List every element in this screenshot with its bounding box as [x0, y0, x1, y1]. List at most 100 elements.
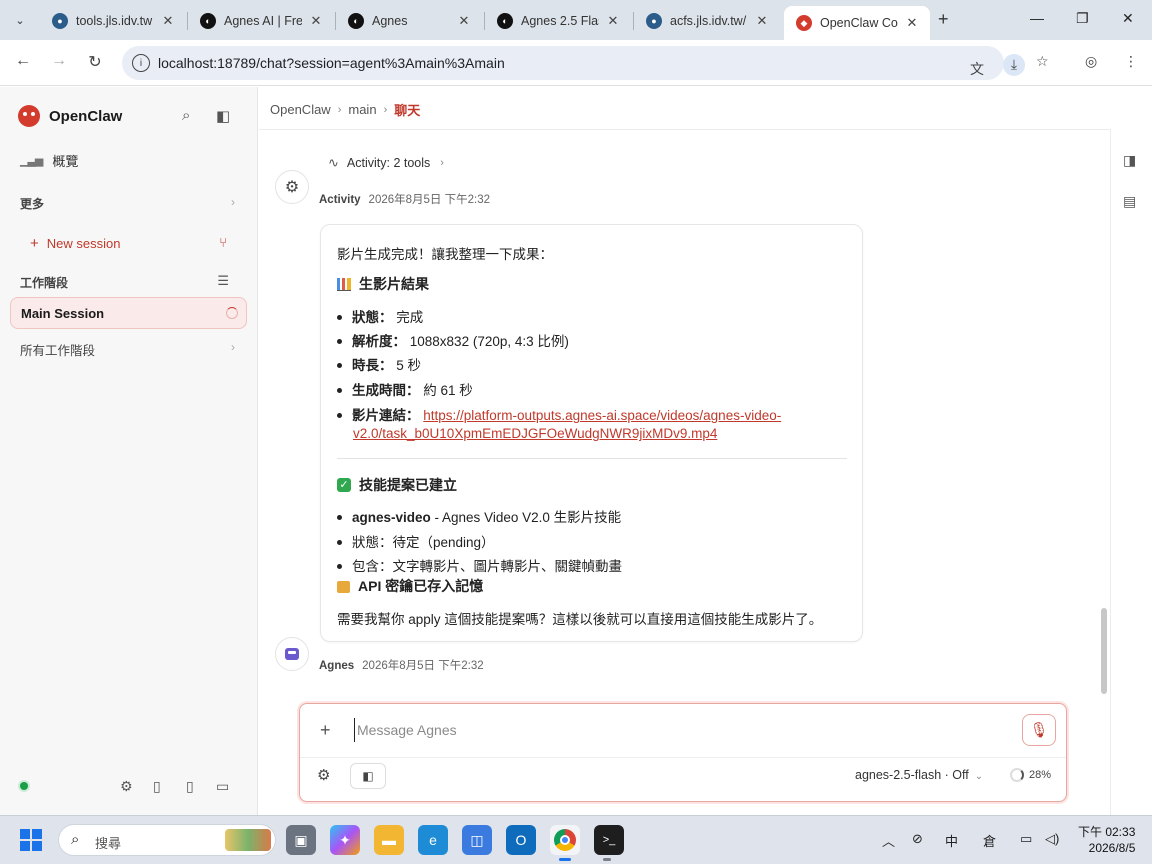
document-icon[interactable]: ▤ — [1123, 193, 1136, 210]
toggle-panel-icon[interactable]: ◧ — [350, 763, 386, 789]
tab-close-icon[interactable]: ✕ — [456, 13, 472, 29]
model-selector[interactable]: agnes-2.5-flash · Off ⌄ — [855, 768, 983, 782]
robot-face-icon — [285, 648, 299, 660]
browser-tab[interactable]: ● tools.jls.idv.tw ✕ — [40, 6, 186, 36]
forward-arrow-icon[interactable]: → — [48, 52, 70, 70]
sidebar-item-all-sessions[interactable]: 所有工作階段 — [20, 340, 95, 359]
translate-icon[interactable]: 文 — [970, 59, 984, 79]
tray-overflow-chevron-icon[interactable]: ︿ — [882, 831, 895, 850]
chevron-right-icon[interactable]: › — [231, 340, 235, 354]
section-more[interactable]: 更多 — [20, 195, 44, 212]
close-window-icon[interactable]: ✕ — [1122, 10, 1134, 27]
book-icon[interactable]: ▯ — [153, 778, 161, 795]
tab-close-icon[interactable]: ✕ — [904, 15, 920, 31]
context-usage-ring-icon — [1010, 768, 1024, 782]
search-icon: ⌕ — [71, 831, 80, 848]
brand[interactable]: OpenClaw — [18, 105, 122, 127]
attach-plus-icon[interactable]: + — [320, 720, 331, 741]
chevron-right-icon: › — [383, 103, 388, 116]
chat-scrollbar[interactable] — [1101, 608, 1107, 694]
terminal-icon[interactable]: >_ — [594, 825, 624, 855]
settings-gear-icon[interactable]: ⚙ — [120, 778, 133, 795]
taskbar-search[interactable]: ⌕ 搜尋 — [58, 824, 276, 856]
system-clock[interactable]: 下午 02:33 2026/8/5 — [1078, 824, 1135, 856]
list-item: 狀態： 完成 — [337, 306, 423, 326]
task-view-icon[interactable]: ▣ — [286, 825, 316, 855]
install-app-icon[interactable]: ⤓ — [1003, 54, 1025, 76]
message-composer: + 🎙 ⚙ ◧ agnes-2.5-flash · Off⌄ 28% — [299, 703, 1067, 802]
agnes-favicon-icon: ◐ — [497, 13, 513, 29]
app-sidebar: OpenClaw ⌕ ◧ ▁▃▅ 概覽 更多 › + New session ⑂… — [0, 87, 258, 815]
chrome-icon[interactable] — [550, 825, 580, 855]
search-icon[interactable]: ⌕ — [182, 107, 190, 124]
ime-mode-indicator[interactable]: 倉 — [983, 831, 996, 850]
profile-icon[interactable]: ◎ — [1085, 53, 1097, 70]
file-explorer-icon[interactable]: ▬ — [374, 825, 404, 855]
agent-avatar — [275, 637, 309, 671]
breadcrumb-root[interactable]: OpenClaw — [270, 102, 331, 117]
tab-close-icon[interactable]: ✕ — [605, 13, 621, 29]
browser-tab-active[interactable]: ◆ OpenClaw Co ✕ — [784, 6, 930, 40]
chevron-right-icon[interactable]: › — [231, 195, 235, 209]
new-session-button[interactable]: + New session — [30, 235, 120, 252]
address-url[interactable]: localhost:18789/chat?session=agent%3Amai… — [158, 55, 505, 71]
search-highlight-art — [225, 829, 271, 851]
desktop-icon[interactable]: ▭ — [216, 778, 229, 795]
list-item: 時長： 5 秒 — [337, 354, 421, 374]
branch-icon[interactable]: ⑂ — [219, 235, 227, 250]
message-input[interactable] — [354, 718, 994, 742]
bookmark-star-icon[interactable]: ☆ — [1036, 53, 1049, 70]
check-icon: ✓ — [337, 478, 351, 493]
browser-tab[interactable]: ● acfs.jls.idv.tw/ ✕ — [634, 6, 780, 36]
globe-favicon-icon: ● — [52, 13, 68, 29]
edge-browser-icon[interactable]: e — [418, 825, 448, 855]
network-off-icon[interactable]: ⊘ — [912, 831, 923, 847]
activity-toggle[interactable]: ∿ Activity: 2 tools › — [328, 155, 444, 171]
breadcrumb: OpenClaw › main › 聊天 — [270, 100, 420, 119]
sidebar-item-main-session[interactable]: Main Session — [10, 297, 247, 329]
ime-indicator[interactable]: 中 — [945, 831, 958, 850]
breadcrumb-agent[interactable]: main — [348, 102, 376, 117]
display-icon[interactable]: ▭ — [1020, 831, 1032, 847]
filter-icon[interactable]: ☰ — [217, 273, 229, 289]
bar-chart-icon: ▁▃▅ — [20, 155, 43, 167]
browser-tab[interactable]: ◐ Agnes AI | Free ✕ — [188, 6, 334, 36]
store-icon[interactable]: ◫ — [462, 825, 492, 855]
assistant-message: 影片生成完成！讓我整理一下成果： 生影片結果 狀態： 完成 解析度： 1088x… — [320, 224, 863, 642]
message-closing: 需要我幫你 apply 這個技能提案嗎？這樣以後就可以直接用這個技能生成影片了。 — [337, 612, 823, 627]
windows-start-icon[interactable] — [20, 829, 42, 851]
microphone-icon[interactable]: 🎙 — [1022, 714, 1056, 746]
reload-icon[interactable]: ↻ — [84, 52, 106, 72]
video-link[interactable]: https://platform-outputs.agnes-ai.space/… — [423, 408, 781, 423]
video-link-continued[interactable]: v2.0/task_b0U10XpmEmEDJGFOeWudgNWR9jixMD… — [353, 426, 717, 441]
tab-close-icon[interactable]: ✕ — [160, 13, 176, 29]
list-item: 包含：文字轉影片、圖片轉影片、關鍵幀動畫 — [337, 555, 622, 575]
brand-name: OpenClaw — [49, 107, 123, 125]
side-panel-icon[interactable]: ◨ — [1123, 152, 1136, 169]
tab-close-icon[interactable]: ✕ — [754, 13, 770, 29]
minimize-icon[interactable]: — — [1030, 10, 1044, 26]
collapse-sidebar-icon[interactable]: ◧ — [216, 107, 230, 125]
volume-icon[interactable]: ◁) — [1045, 831, 1059, 847]
outlook-icon[interactable]: O — [506, 825, 536, 855]
composer-settings-gear-icon[interactable]: ⚙ — [317, 766, 330, 784]
site-info-icon[interactable]: i — [132, 54, 150, 72]
sidebar-item-overview[interactable]: ▁▃▅ 概覽 — [20, 151, 78, 170]
address-bar[interactable]: i localhost:18789/chat?session=agent%3Am… — [122, 46, 1004, 80]
tab-close-icon[interactable]: ✕ — [308, 13, 324, 29]
globe-favicon-icon: ● — [646, 13, 662, 29]
tab-search-menu-icon[interactable]: ⌄ — [8, 8, 32, 32]
activity-pulse-icon: ∿ — [328, 155, 339, 170]
lock-icon — [337, 581, 350, 594]
activity-meta: Activity 2026年8月5日 下午2:32 — [319, 194, 490, 206]
mobile-icon[interactable]: ▯ — [186, 778, 194, 795]
openclaw-favicon-icon: ◆ — [796, 15, 812, 31]
browser-menu-icon[interactable]: ⋮ — [1124, 53, 1138, 70]
browser-tab[interactable]: ◐ Agnes ✕ — [336, 6, 482, 36]
back-arrow-icon[interactable]: ← — [12, 52, 34, 70]
restore-window-icon[interactable]: ❐ — [1076, 10, 1089, 27]
browser-tab[interactable]: ◐ Agnes 2.5 Flash ✕ — [485, 6, 631, 36]
openclaw-logo-icon — [18, 105, 40, 127]
new-tab-plus-icon[interactable]: + — [938, 9, 949, 30]
copilot-icon[interactable]: ✦ — [330, 825, 360, 855]
